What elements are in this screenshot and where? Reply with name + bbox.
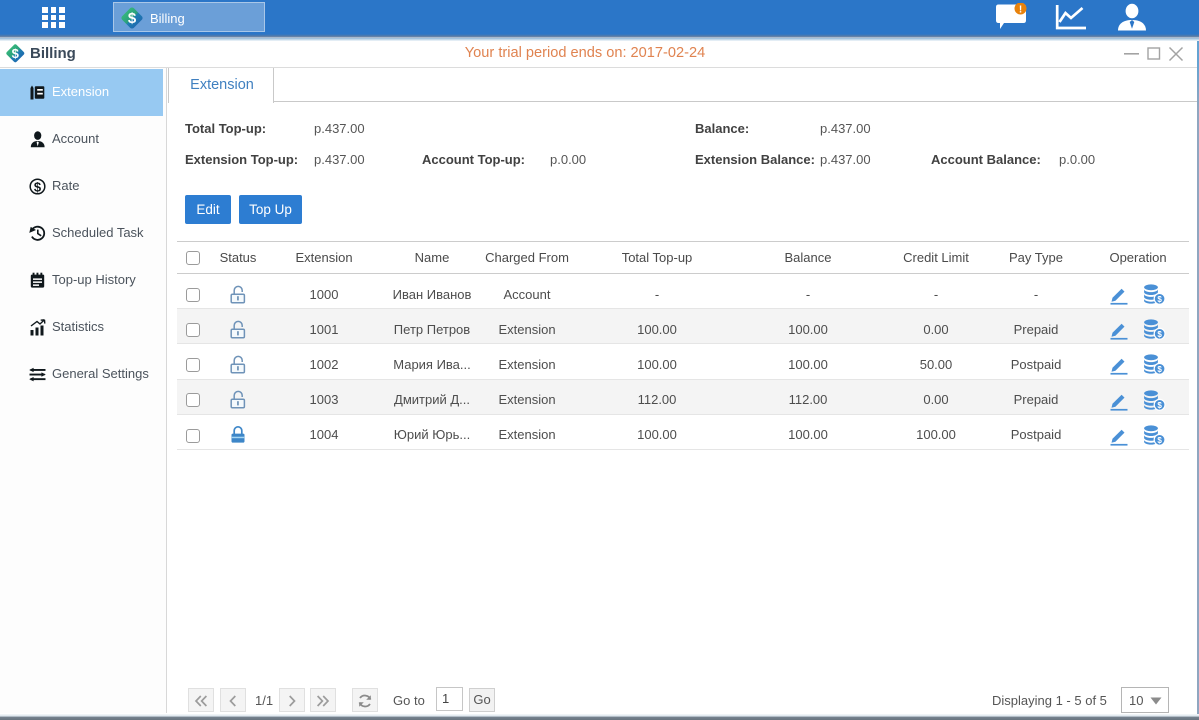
- svg-text:$: $: [128, 10, 137, 27]
- svg-text:$: $: [1157, 401, 1162, 410]
- svg-text:$: $: [1157, 365, 1162, 374]
- svg-text:$: $: [1157, 436, 1162, 445]
- svg-text:$: $: [34, 179, 42, 194]
- svg-text:$: $: [1157, 295, 1162, 304]
- svg-text:!: !: [1019, 5, 1022, 16]
- svg-text:$: $: [1157, 330, 1162, 339]
